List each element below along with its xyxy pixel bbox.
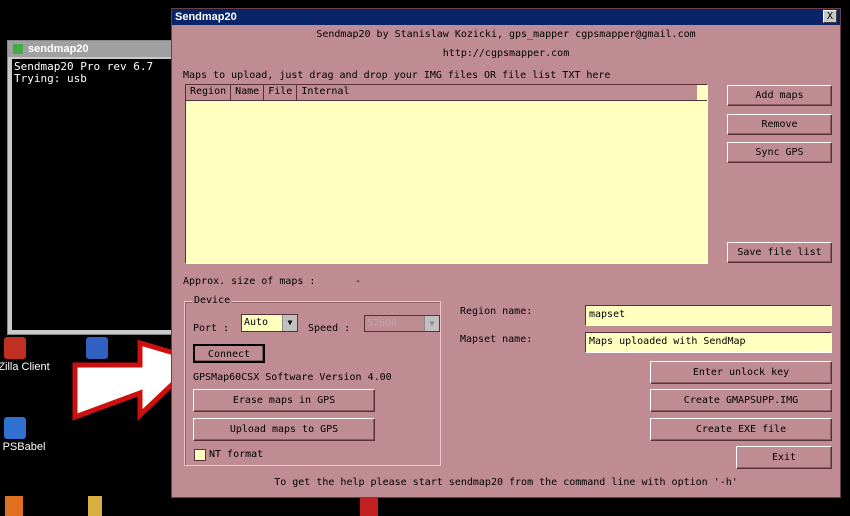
region-name-label: Region name: [460,306,533,317]
desktop-icon-gpsbabel[interactable]: PSBabel [0,417,50,453]
app-icon[interactable] [360,498,378,516]
desktop-icon-label: PSBabel [2,441,46,453]
port-value: Auto [244,317,269,328]
nt-format-checkbox[interactable] [194,449,206,461]
sendmap-window[interactable]: Sendmap20 X Sendmap20 by Stanislaw Kozic… [171,8,841,498]
maps-list[interactable]: Region Name File Internal [185,84,708,264]
drop-hint: Maps to upload, just drag and drop your … [183,70,611,81]
footer-help-text: To get the help please start sendmap20 f… [274,477,738,488]
desktop-icon-zilla[interactable]: Zilla Client [0,337,50,373]
create-exe-button[interactable]: Create EXE file [650,418,832,441]
port-select[interactable]: Auto ▼ [241,314,298,332]
region-name-input[interactable]: mapset [585,305,832,326]
approx-size-value: - [355,276,362,287]
erase-maps-button[interactable]: Erase maps in GPS [193,389,375,412]
mapset-name-label: Mapset name: [460,334,533,345]
console-window[interactable]: sendmap20 Sendmap20 Pro rev 6.7 Trying: … [7,40,175,335]
console-output: Sendmap20 Pro rev 6.7 Trying: usb [12,59,174,330]
desktop-icon-label: Zilla Client [0,361,50,373]
zilla-icon [4,337,26,359]
folder-icon[interactable] [88,496,102,516]
column-region[interactable]: Region [186,85,232,100]
device-legend: Device [192,295,233,306]
chevron-down-icon[interactable]: ▼ [282,315,297,331]
connect-button[interactable]: Connect [193,344,265,363]
window-title: Sendmap20 [175,11,237,23]
column-internal[interactable]: Internal [297,85,698,100]
credit-text: Sendmap20 by Stanislaw Kozicki, gps_mapp… [316,29,696,40]
upload-maps-button[interactable]: Upload maps to GPS [193,418,375,441]
taskbar-icon[interactable] [5,496,23,516]
column-file[interactable]: File [264,85,298,100]
nt-format-label[interactable]: NT format [209,449,263,460]
gpsbabel-icon [4,417,26,439]
url-text: http://cgpsmapper.com [442,48,570,59]
console-app-icon [13,44,23,54]
speed-label: Speed : [308,323,351,334]
exit-button[interactable]: Exit [736,446,832,469]
approx-size-label: Approx. size of maps : [183,276,316,287]
create-gmapsupp-button[interactable]: Create GMAPSUPP.IMG [650,389,832,412]
window-titlebar[interactable]: Sendmap20 [172,9,840,25]
list-header: Region Name File Internal [186,85,707,101]
enter-unlock-key-button[interactable]: Enter unlock key [650,361,832,384]
console-titlebar[interactable]: sendmap20 [8,41,174,57]
sync-gps-button[interactable]: Sync GPS [727,142,832,163]
column-name[interactable]: Name [231,85,265,100]
mapset-name-input[interactable]: Maps uploaded with SendMap [585,332,832,353]
speed-select: 57600 ▼ [364,315,440,332]
speed-value: 57600 [367,318,398,329]
console-title: sendmap20 [28,43,89,55]
gps-version-text: GPSMap60CSX Software Version 4.00 [193,372,392,383]
close-button[interactable]: X [823,10,837,23]
save-file-list-button[interactable]: Save file list [727,242,832,263]
add-maps-button[interactable]: Add maps [727,85,832,106]
chevron-down-icon: ▼ [424,316,439,331]
port-label: Port : [193,323,230,334]
remove-button[interactable]: Remove [727,114,832,135]
